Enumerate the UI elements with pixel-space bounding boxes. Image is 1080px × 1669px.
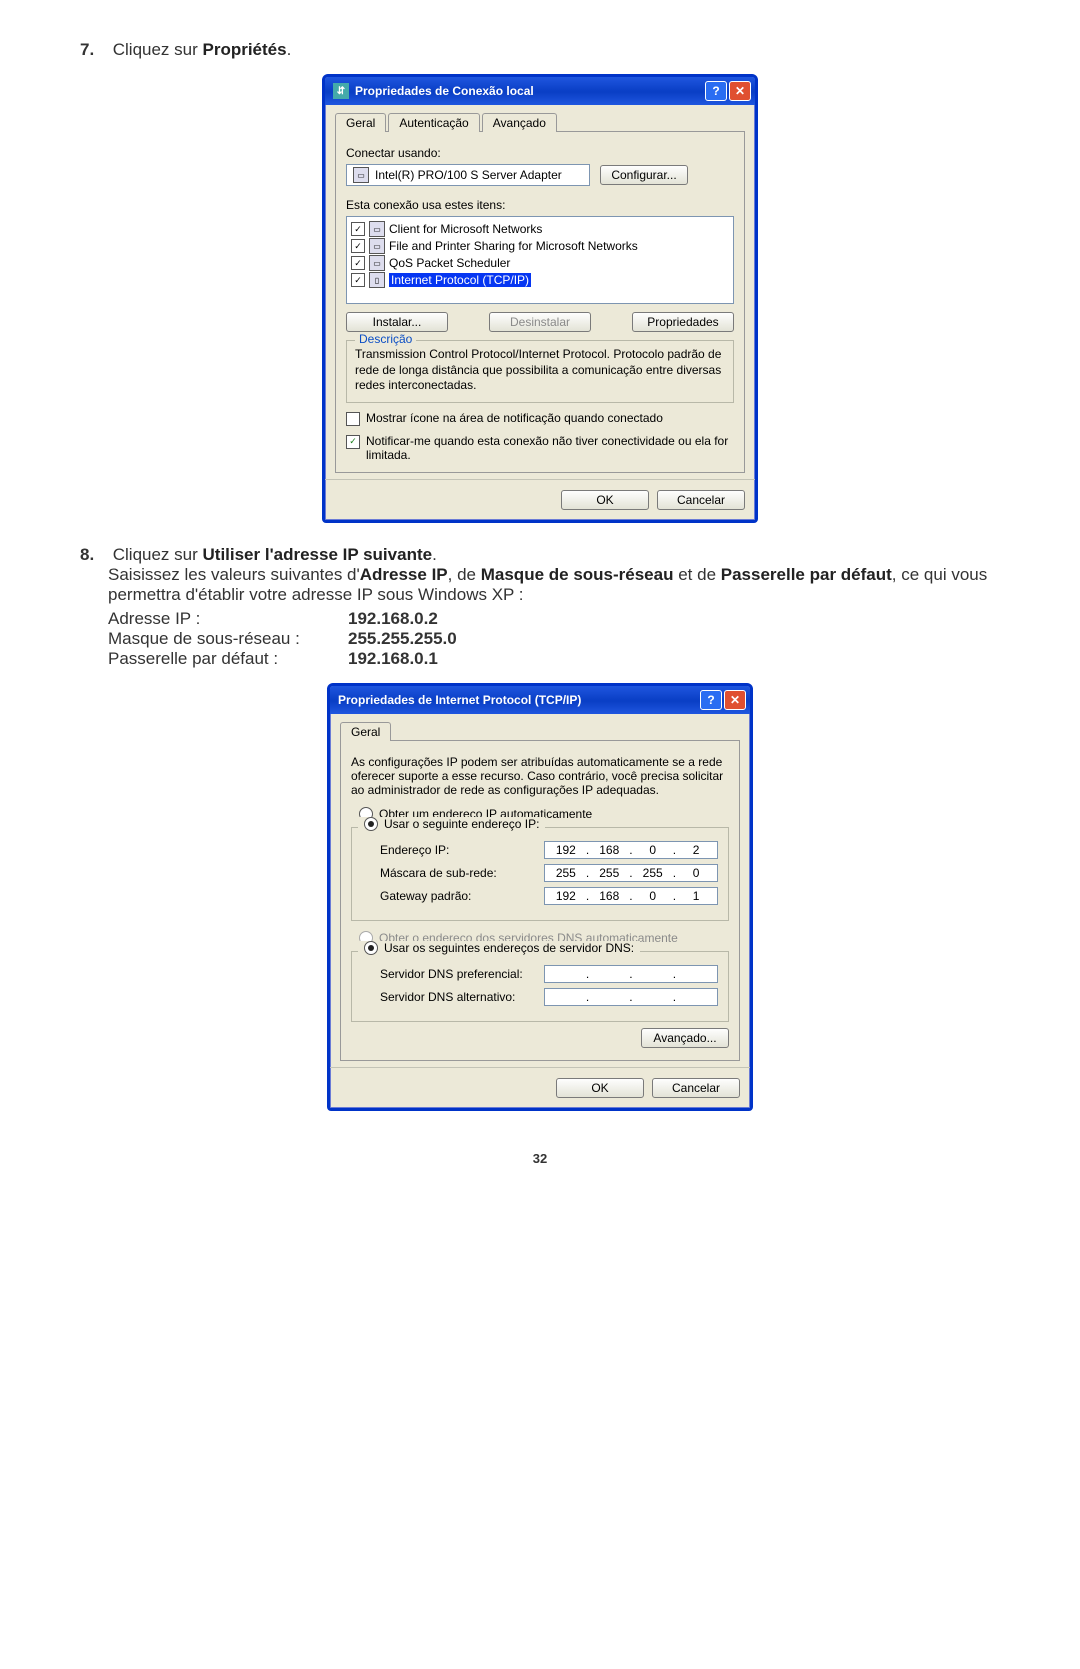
notify-checkbox-row[interactable]: ✓ Notificar-me quando esta conexão não t…: [346, 434, 734, 462]
propriedades-button[interactable]: Propriedades: [632, 312, 734, 332]
tab-geral[interactable]: Geral: [340, 722, 391, 741]
cancel-button[interactable]: Cancelar: [657, 490, 745, 510]
ip-value: 192.168.0.2: [348, 609, 438, 629]
help-button[interactable]: ?: [705, 81, 727, 101]
tab-avancado[interactable]: Avançado: [482, 113, 557, 132]
list-item[interactable]: ✓▭File and Printer Sharing for Microsoft…: [351, 238, 729, 255]
description-text: Transmission Control Protocol/Internet P…: [355, 347, 725, 394]
ok-button[interactable]: OK: [561, 490, 649, 510]
step-8-line1: Cliquez sur Utiliser l'adresse IP suivan…: [113, 545, 437, 564]
titlebar: Propriedades de Internet Protocol (TCP/I…: [330, 686, 750, 714]
step-7-text: Cliquez sur Propriétés.: [113, 40, 292, 59]
tab-geral[interactable]: Geral: [335, 113, 386, 132]
checkbox-icon[interactable]: ✓: [351, 222, 365, 236]
mask-value: 255.255.255.0: [348, 629, 457, 649]
protocol-icon: ▯: [369, 272, 385, 288]
tab-autenticacao[interactable]: Autenticação: [388, 113, 479, 132]
endereco-label: Endereço IP:: [380, 843, 544, 857]
mascara-input[interactable]: 255. 255. 255. 0: [544, 864, 718, 882]
mask-label: Masque de sous-réseau :: [108, 629, 348, 649]
connect-using-label: Conectar usando:: [346, 146, 734, 160]
window-title: Propriedades de Conexão local: [355, 84, 534, 98]
endereco-input[interactable]: 192. 168. 0. 2: [544, 841, 718, 859]
instalar-button[interactable]: Instalar...: [346, 312, 448, 332]
titlebar: ⇵ Propriedades de Conexão local ? ✕: [325, 77, 755, 105]
description-fieldset: Descrição Transmission Control Protocol/…: [346, 340, 734, 403]
list-item-selected[interactable]: ✓▯Internet Protocol (TCP/IP): [351, 272, 729, 289]
configurar-button[interactable]: Configurar...: [600, 165, 688, 185]
tabs: Geral Autenticação Avançado: [335, 113, 745, 132]
dialog-1-wrap: ⇵ Propriedades de Conexão local ? ✕ Gera…: [80, 74, 1000, 523]
static-dns-fieldset: Usar os seguintes endereços de servidor …: [351, 951, 729, 1022]
items-label: Esta conexão usa estes itens:: [346, 198, 734, 212]
step-7: 7. Cliquez sur Propriétés.: [80, 40, 1000, 60]
step-8: 8. Cliquez sur Utiliser l'adresse IP sui…: [80, 545, 1000, 669]
ip-label: Adresse IP :: [108, 609, 348, 629]
mascara-label: Máscara de sub-rede:: [380, 866, 544, 880]
tabs: Geral: [340, 722, 740, 741]
dns-alt-input[interactable]: . . .: [544, 988, 718, 1006]
list-item[interactable]: ✓▭QoS Packet Scheduler: [351, 255, 729, 272]
gateway-label: Passerelle par défaut :: [108, 649, 348, 669]
network-icon: ⇵: [333, 83, 349, 99]
list-item[interactable]: ✓▭Client for Microsoft Networks: [351, 221, 729, 238]
radio-use-dns[interactable]: Usar os seguintes endereços de servidor …: [358, 941, 640, 955]
step-8-number: 8.: [80, 545, 108, 565]
radio-use-ip[interactable]: Usar o seguinte endereço IP:: [358, 817, 545, 831]
radio-icon[interactable]: [364, 817, 378, 831]
cancel-button[interactable]: Cancelar: [652, 1078, 740, 1098]
radio-icon[interactable]: [364, 941, 378, 955]
dns-pref-label: Servidor DNS preferencial:: [380, 967, 544, 981]
close-button[interactable]: ✕: [729, 81, 751, 101]
checkbox-icon[interactable]: ✓: [346, 435, 360, 449]
window-title: Propriedades de Internet Protocol (TCP/I…: [338, 693, 581, 707]
description-legend: Descrição: [355, 332, 416, 346]
checkbox-icon[interactable]: ✓: [351, 256, 365, 270]
adapter-name: Intel(R) PRO/100 S Server Adapter: [375, 168, 562, 182]
gateway-input[interactable]: 192. 168. 0. 1: [544, 887, 718, 905]
close-button[interactable]: ✕: [724, 690, 746, 710]
ip-config-table: Adresse IP :192.168.0.2 Masque de sous-r…: [108, 609, 1000, 669]
service-icon: ▭: [369, 255, 385, 271]
checkbox-icon[interactable]: ✓: [351, 273, 365, 287]
adapter-field[interactable]: ▭ Intel(R) PRO/100 S Server Adapter: [346, 164, 590, 186]
dns-pref-input[interactable]: . . .: [544, 965, 718, 983]
step-8-line2: Saisissez les valeurs suivantes d'Adress…: [108, 565, 1000, 605]
avancado-button[interactable]: Avançado...: [641, 1028, 729, 1048]
gateway-value: 192.168.0.1: [348, 649, 438, 669]
checkbox-icon[interactable]: [346, 412, 360, 426]
show-icon-checkbox-row[interactable]: Mostrar ícone na área de notificação qua…: [346, 411, 734, 426]
client-icon: ▭: [369, 221, 385, 237]
connection-properties-window: ⇵ Propriedades de Conexão local ? ✕ Gera…: [322, 74, 758, 523]
static-ip-fieldset: Usar o seguinte endereço IP: Endereço IP…: [351, 827, 729, 921]
checkbox-icon[interactable]: ✓: [351, 239, 365, 253]
intro-text: As configurações IP podem ser atribuídas…: [351, 755, 729, 797]
step-7-number: 7.: [80, 40, 108, 60]
help-button[interactable]: ?: [700, 690, 722, 710]
nic-icon: ▭: [353, 167, 369, 183]
gateway-label: Gateway padrão:: [380, 889, 544, 903]
dns-alt-label: Servidor DNS alternativo:: [380, 990, 544, 1004]
desinstalar-button[interactable]: Desinstalar: [489, 312, 591, 332]
service-icon: ▭: [369, 238, 385, 254]
page-number: 32: [80, 1151, 1000, 1166]
tcpip-properties-window: Propriedades de Internet Protocol (TCP/I…: [327, 683, 753, 1111]
ok-button[interactable]: OK: [556, 1078, 644, 1098]
dialog-2-wrap: Propriedades de Internet Protocol (TCP/I…: [80, 683, 1000, 1111]
items-listbox[interactable]: ✓▭Client for Microsoft Networks ✓▭File a…: [346, 216, 734, 304]
